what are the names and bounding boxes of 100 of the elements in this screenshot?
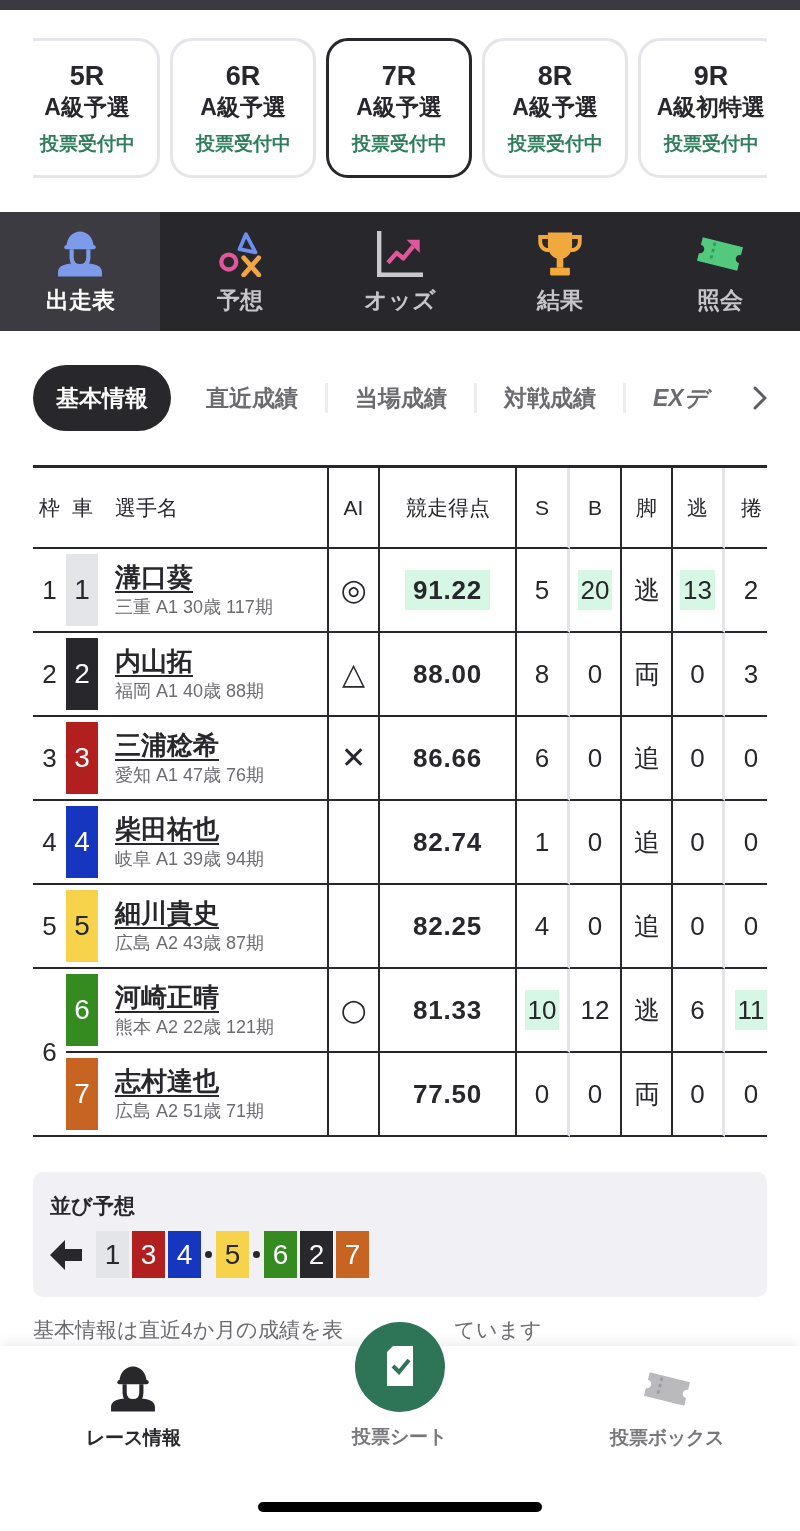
stat-value: 0	[586, 742, 604, 775]
stat-value: 6	[689, 994, 706, 1027]
car-number: 1	[96, 1231, 129, 1278]
rider-name-link[interactable]: 志村達也	[115, 1064, 219, 1098]
ticket-icon	[696, 236, 744, 272]
score-value: 82.25	[412, 910, 483, 943]
stat-value: 0	[586, 826, 604, 859]
rider-name-link[interactable]: 内山拓	[115, 644, 193, 678]
helmet-person-icon	[110, 1365, 157, 1413]
score-value: 86.66	[412, 742, 483, 775]
stat-value: 3	[742, 658, 760, 691]
stat-value: 0	[742, 910, 760, 943]
left-arrow-icon	[50, 1239, 82, 1270]
stat-value: 追	[632, 742, 661, 775]
car-number: 4	[66, 806, 98, 878]
race-tab[interactable]: 8R A級予選 投票受付中	[482, 38, 628, 178]
stat-value: 0	[689, 658, 706, 691]
frame-number: 5	[42, 910, 57, 941]
stat-value: 0	[586, 658, 604, 691]
note-text: ています	[454, 1317, 542, 1343]
race-tab[interactable]: 9R A級初特選 投票受付中	[638, 38, 767, 178]
frame-number: 4	[42, 826, 57, 857]
column-header: 捲	[740, 495, 762, 519]
ai-mark: ◎	[340, 572, 367, 607]
frame-number: 6	[42, 1036, 57, 1067]
stat-value: 8	[533, 658, 551, 691]
stat-value: 0	[689, 826, 706, 859]
race-tab[interactable]: 5R A級予選 投票受付中	[33, 38, 160, 178]
rider-name-link[interactable]: 細川貴史	[115, 896, 219, 930]
stat-value: 0	[742, 826, 760, 859]
frame-number: 1	[42, 574, 57, 605]
info-tab[interactable]: 対戦成績	[477, 365, 623, 431]
column-header: 車	[71, 495, 93, 519]
rider-name-link[interactable]: 三浦稔希	[115, 728, 219, 762]
note-text: 基本情報は直近4か月の成績を表	[33, 1317, 343, 1343]
stat-value: 0	[586, 1078, 604, 1111]
info-tab[interactable]: EXデ	[626, 365, 735, 431]
column-header: 競走得点	[405, 495, 490, 519]
stat-value: 11	[734, 990, 767, 1030]
column-header: 選手名	[115, 495, 178, 519]
rider-name-link[interactable]: 柴田祐也	[115, 812, 219, 846]
car-number: 4	[168, 1231, 201, 1278]
ai-mark: ○	[340, 992, 367, 1027]
frame-number: 3	[42, 742, 57, 773]
car-number: 1	[66, 554, 98, 626]
column-header: 枠	[39, 495, 60, 519]
bet-box-button[interactable]: 投票ボックス	[609, 1365, 724, 1451]
rider-profile: 福岡 A1 40歳 88期	[115, 680, 265, 703]
rider-profile: 広島 A2 43歳 87期	[115, 932, 265, 955]
column-header: B	[588, 495, 602, 519]
car-number: 7	[336, 1231, 369, 1278]
rider-profile: 愛知 A1 47歳 76期	[115, 764, 265, 787]
frame-number: 2	[42, 658, 57, 689]
info-tab[interactable]: 直近成績	[179, 365, 325, 431]
car-number: 2	[66, 638, 98, 710]
stat-value: 0	[533, 1078, 551, 1111]
rider-profile: 広島 A2 51歳 71期	[115, 1100, 265, 1123]
race-tab[interactable]: 7R A級予選 投票受付中	[326, 38, 472, 178]
race-info-button[interactable]: レース情報	[85, 1365, 181, 1451]
car-number: 3	[132, 1231, 165, 1278]
trophy-icon	[538, 231, 582, 277]
stat-value: 13	[680, 570, 715, 610]
car-number: 3	[66, 722, 98, 794]
rider-profile: 岐阜 A1 39歳 94期	[115, 848, 265, 871]
car-number: 5	[216, 1231, 249, 1278]
score-value: 82.74	[412, 826, 483, 859]
car-number: 7	[66, 1058, 98, 1130]
stat-value: 6	[533, 742, 551, 775]
column-header: 脚	[636, 495, 657, 519]
shapes-icon	[217, 231, 263, 277]
line-prediction-title: 並び予想	[50, 1193, 135, 1219]
stat-value: 逃	[632, 994, 661, 1027]
rider-name-link[interactable]: 河崎正晴	[115, 980, 219, 1014]
score-value: 88.00	[412, 658, 483, 691]
stat-value: 追	[632, 910, 661, 943]
nav-tab[interactable]: 出走表	[0, 212, 160, 331]
line-chart-icon	[377, 231, 423, 277]
ai-mark: △	[341, 656, 366, 691]
info-tab[interactable]: 基本情報	[33, 365, 171, 431]
stat-value: 0	[586, 910, 604, 943]
stat-value: 両	[632, 658, 661, 691]
stat-value: 20	[577, 570, 613, 610]
score-value: 77.50	[412, 1078, 483, 1111]
stat-value: 5	[533, 574, 551, 607]
score-value: 91.22	[405, 570, 490, 610]
stat-value: 0	[742, 1078, 760, 1111]
helmet-person-icon	[57, 230, 103, 278]
stat-value: 0	[689, 742, 706, 775]
column-header: AI	[343, 495, 364, 519]
rider-name-link[interactable]: 溝口葵	[115, 560, 193, 594]
race-tab[interactable]: 6R A級予選 投票受付中	[170, 38, 316, 178]
info-tab[interactable]: 当場成績	[328, 365, 474, 431]
bet-sheet-button[interactable]: 投票シート	[352, 1322, 448, 1450]
chevron-right-icon[interactable]	[753, 386, 767, 410]
column-header: 逃	[687, 495, 708, 519]
stat-value: 0	[689, 1078, 706, 1111]
stat-value: 12	[579, 994, 611, 1027]
car-number: 2	[300, 1231, 333, 1278]
stat-value: 0	[742, 742, 760, 775]
column-header: S	[535, 495, 549, 519]
